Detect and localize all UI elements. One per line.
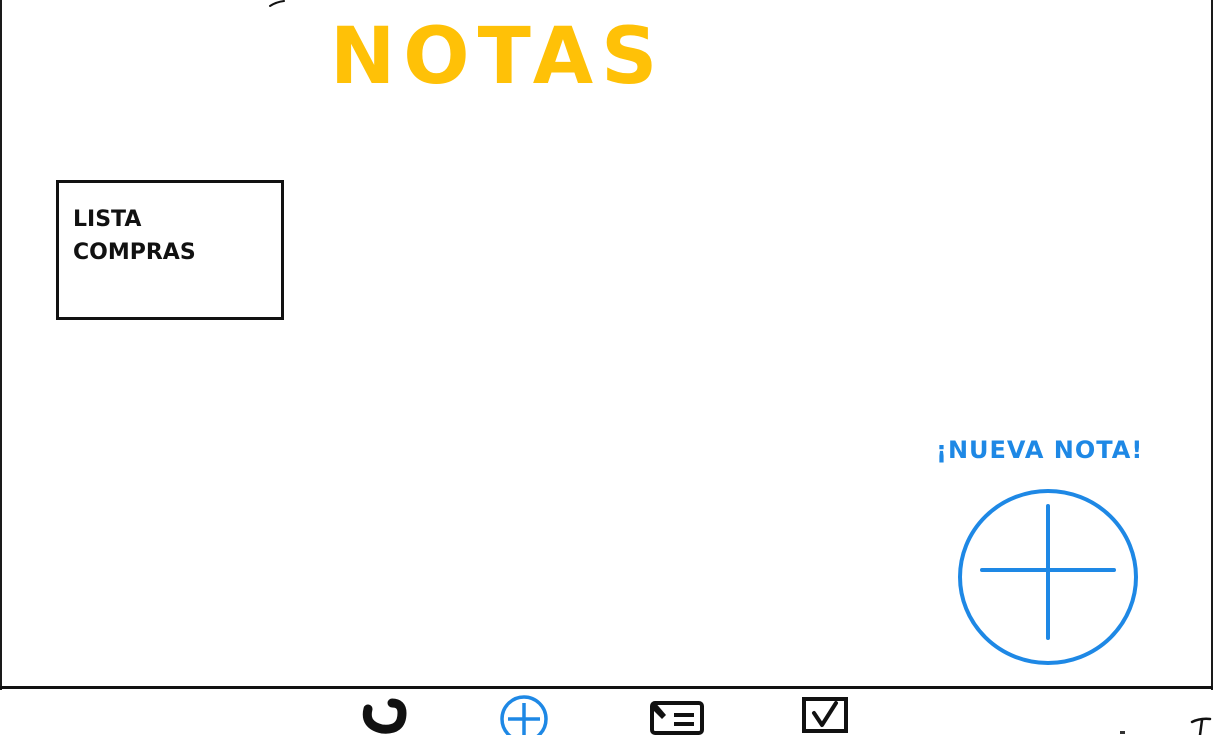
note-title: LISTA COMPRAS: [73, 207, 196, 265]
top-scribble-mark: [269, 0, 285, 7]
back-arrow-icon[interactable]: [358, 695, 412, 735]
notes-screen: NOTAS LISTA COMPRAS ¡NUEVA NOTA!: [0, 0, 1213, 735]
notes-list-icon[interactable]: [648, 695, 706, 735]
plus-icon: [958, 489, 1138, 665]
note-card[interactable]: LISTA COMPRAS: [56, 180, 284, 320]
corner-scribble-mark: [1190, 717, 1212, 735]
page-title: NOTAS: [330, 12, 666, 102]
add-circle-icon[interactable]: [498, 695, 550, 735]
new-note-label: ¡NUEVA NOTA!: [936, 436, 1144, 464]
bottom-navigation: [0, 689, 1213, 735]
new-note-button[interactable]: [958, 488, 1138, 666]
frame-left-edge: [0, 0, 2, 690]
stray-mark: [1120, 731, 1125, 734]
checkbox-icon[interactable]: [800, 695, 850, 735]
